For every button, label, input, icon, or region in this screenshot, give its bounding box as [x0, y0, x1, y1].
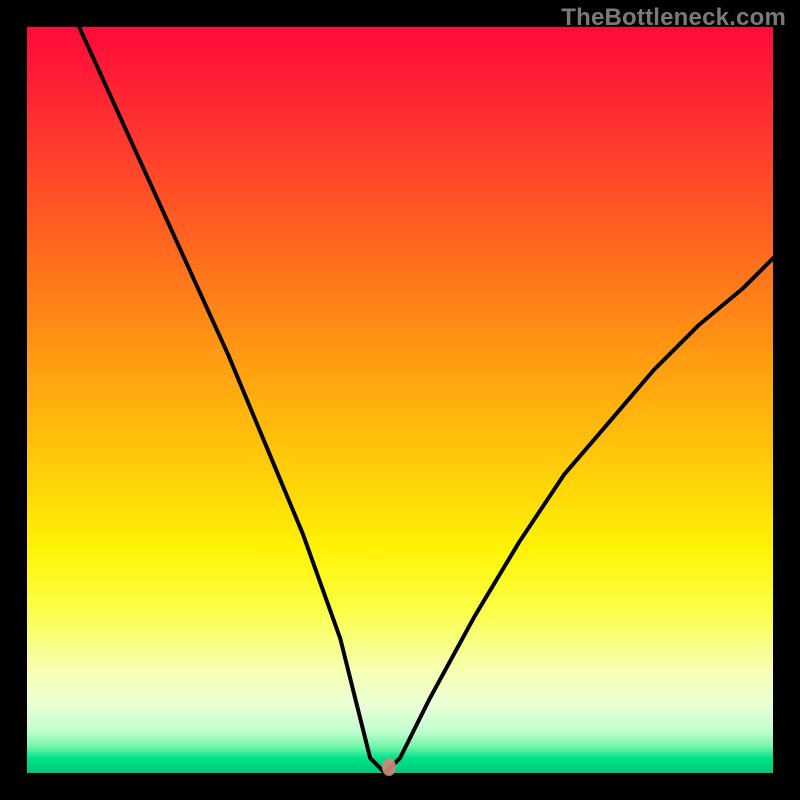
bottleneck-curve	[79, 27, 773, 773]
bottleneck-marker	[382, 758, 396, 776]
curve-svg	[27, 27, 773, 773]
plot-area	[27, 27, 773, 773]
chart-frame: TheBottleneck.com	[0, 0, 800, 800]
